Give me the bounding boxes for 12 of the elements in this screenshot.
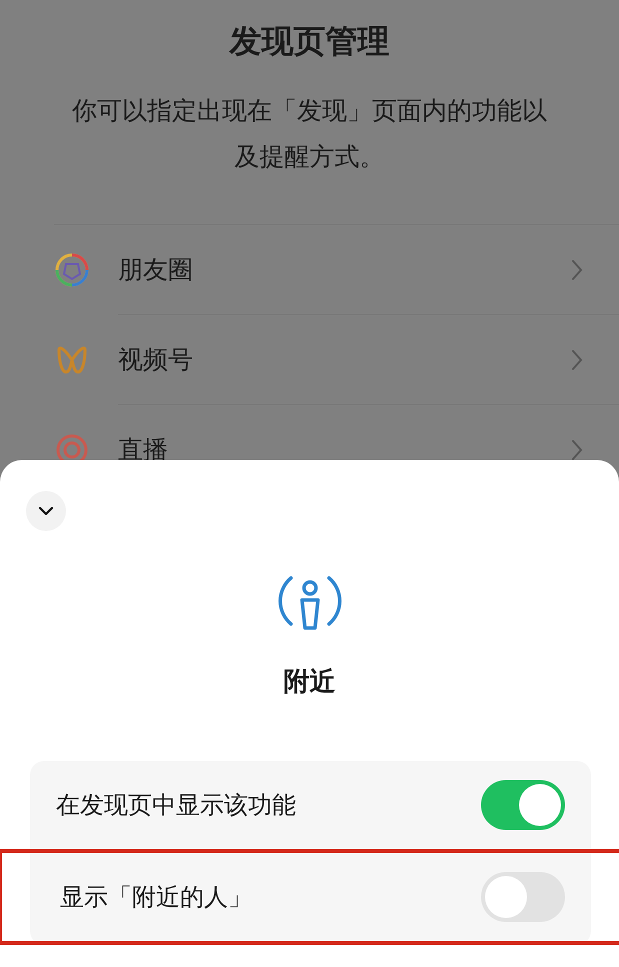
toggle-switch[interactable] (481, 872, 565, 922)
toggle-switch[interactable] (481, 780, 565, 830)
collapse-button[interactable] (26, 491, 66, 531)
page-description: 你可以指定出现在「发现」页面内的功能以及提醒方式。 (71, 95, 548, 173)
aperture-icon (54, 252, 90, 288)
setting-label: 在发现页中显示该功能 (56, 790, 296, 821)
page-title: 发现页管理 (230, 21, 390, 62)
feature-name: 附近 (284, 666, 336, 699)
chevron-right-icon[interactable] (571, 439, 583, 461)
feature-label: 视频号 (118, 315, 619, 405)
feature-label: 朋友圈 (118, 225, 619, 315)
setting-label: 显示「附近的人」 (60, 882, 252, 913)
